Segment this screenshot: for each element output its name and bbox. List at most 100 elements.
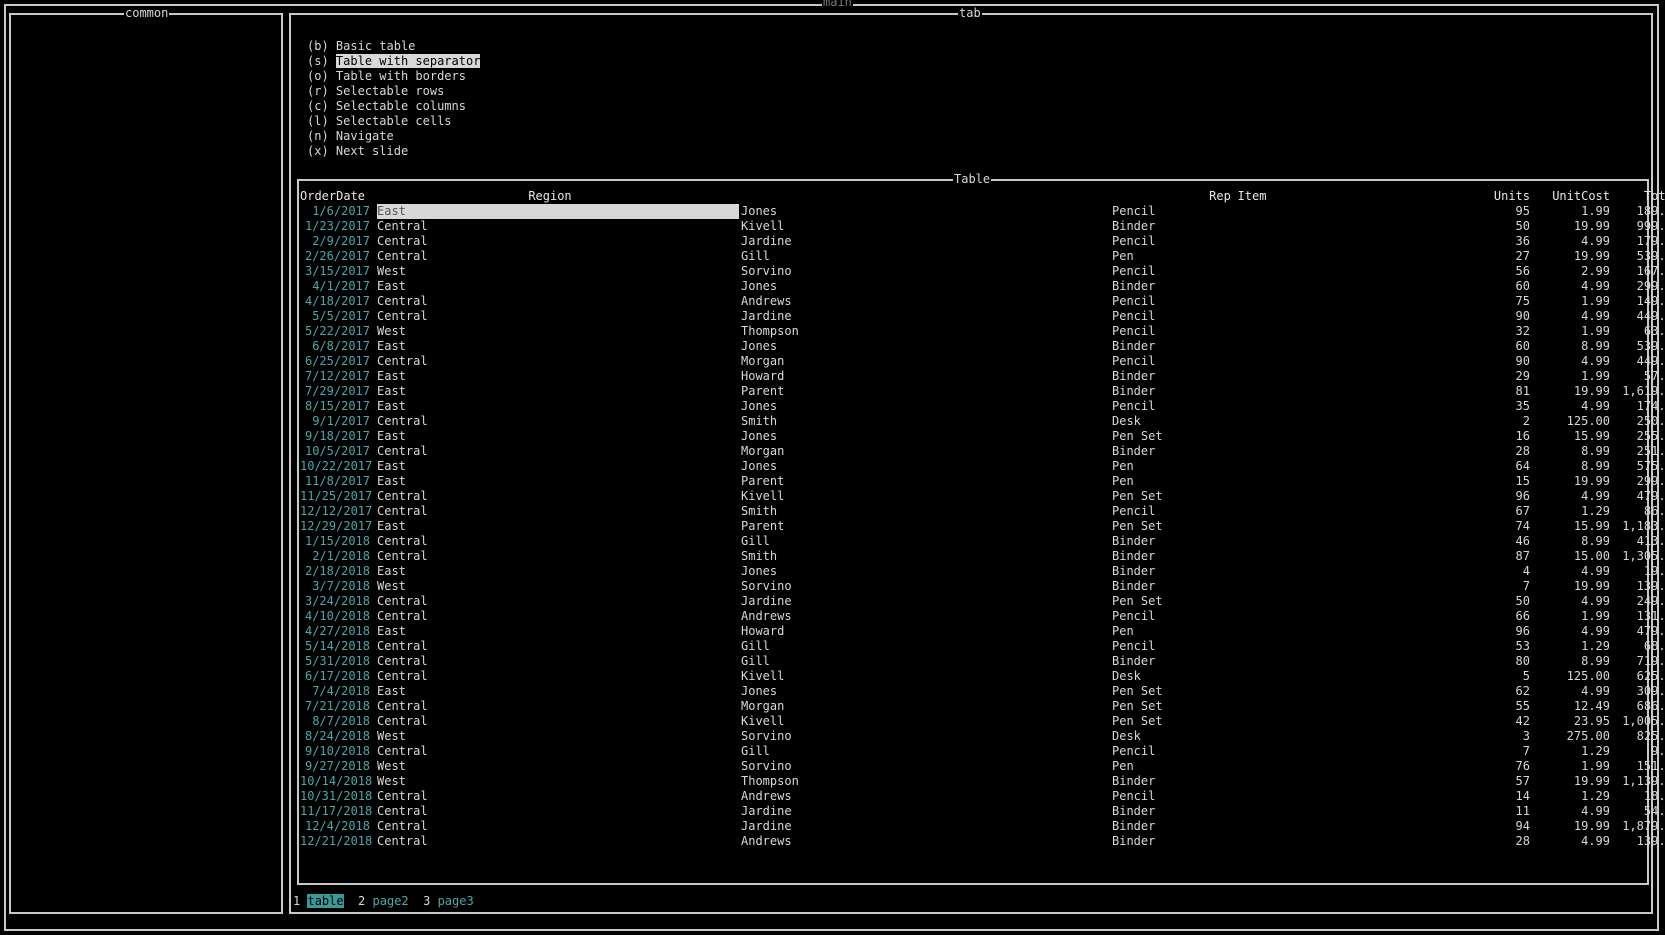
cell-region[interactable]: Central <box>377 609 739 624</box>
cell-order-date[interactable]: 10/5/2017 <box>300 444 370 459</box>
menu-item-selectable-rows[interactable]: (r) Selectable rows <box>307 84 480 99</box>
cell-rep[interactable]: Howard <box>741 369 1101 384</box>
table-row[interactable]: 8/7/2018 Central Kivell Pen Set 42 23.95 1,005… <box>300 714 1665 729</box>
cell-units[interactable]: 75 <box>1460 294 1530 309</box>
cell-rep[interactable]: Andrews <box>741 609 1101 624</box>
cell-item[interactable]: Pencil <box>1112 504 1412 519</box>
table-row[interactable]: 2/1/2018 CentralSmith Binder 87 15.001,305.0… <box>300 549 1665 564</box>
table-row[interactable]: 4/10/2018 CentralAndrews Pencil 66 1.99131.3… <box>300 609 1665 624</box>
cell-units[interactable]: 50 <box>1460 219 1530 234</box>
cell-unit-cost[interactable]: 8.99 <box>1538 654 1610 669</box>
table-row[interactable]: 2/18/2018 EastJones Binder 4 4.9919.96 <box>300 564 1665 579</box>
cell-units[interactable]: 14 <box>1460 789 1530 804</box>
cell-rep[interactable]: Kivell <box>741 714 1101 729</box>
cell-unit-cost[interactable]: 15.99 <box>1538 429 1610 444</box>
cell-units[interactable]: 67 <box>1460 504 1530 519</box>
cell-rep[interactable]: Thompson <box>741 324 1101 339</box>
table-row[interactable]: 9/27/2018 WestSorvino Pen 76 1.99151.24 <box>300 759 1665 774</box>
cell-units[interactable]: 56 <box>1460 264 1530 279</box>
cell-region[interactable]: East <box>377 564 739 579</box>
cell-region[interactable]: East <box>377 369 739 384</box>
cell-region[interactable]: Central <box>377 219 739 234</box>
cell-region[interactable]: Central <box>377 834 739 849</box>
cell-total[interactable]: 299.40 <box>1610 279 1665 294</box>
cell-total[interactable]: 825.00 <box>1610 729 1665 744</box>
cell-units[interactable]: 15 <box>1460 474 1530 489</box>
cell-rep[interactable]: Sorvino <box>741 729 1101 744</box>
cell-total[interactable]: 1,139.43 <box>1610 774 1665 789</box>
cell-unit-cost[interactable]: 1.29 <box>1538 744 1610 759</box>
cell-unit-cost[interactable]: 125.00 <box>1538 414 1610 429</box>
cell-total[interactable]: 539.40 <box>1610 339 1665 354</box>
cell-units[interactable]: 42 <box>1460 714 1530 729</box>
column-header-unit-cost[interactable]: UnitCost <box>1538 189 1610 204</box>
cell-units[interactable]: 32 <box>1460 324 1530 339</box>
cell-total[interactable]: 719.20 <box>1610 654 1665 669</box>
cell-units[interactable]: 55 <box>1460 699 1530 714</box>
tab-table[interactable]: 1 table <box>293 894 344 908</box>
cell-units[interactable]: 76 <box>1460 759 1530 774</box>
cell-rep[interactable]: Sorvino <box>741 264 1101 279</box>
cell-order-date[interactable]: 8/24/2018 <box>300 729 370 744</box>
table-row[interactable]: 12/12/2017 CentralSmith Pencil 67 1.2986.43 <box>300 504 1665 519</box>
cell-units[interactable]: 96 <box>1460 489 1530 504</box>
cell-rep[interactable]: Gill <box>741 639 1101 654</box>
cell-rep[interactable]: Howard <box>741 624 1101 639</box>
cell-order-date[interactable]: 2/1/2018 <box>300 549 370 564</box>
cell-units[interactable]: 46 <box>1460 534 1530 549</box>
table-row[interactable]: 5/5/2017 CentralJardine Pencil 90 4.99449.10 <box>300 309 1665 324</box>
cell-units[interactable]: 27 <box>1460 249 1530 264</box>
cell-order-date[interactable]: 7/4/2018 <box>300 684 370 699</box>
cell-units[interactable]: 80 <box>1460 654 1530 669</box>
cell-unit-cost[interactable]: 4.99 <box>1538 399 1610 414</box>
cell-unit-cost[interactable]: 1.99 <box>1538 759 1610 774</box>
cell-units[interactable]: 95 <box>1460 204 1530 219</box>
cell-units[interactable]: 5 <box>1460 669 1530 684</box>
cell-item[interactable]: Pencil <box>1112 354 1412 369</box>
cell-item[interactable]: Desk <box>1112 414 1412 429</box>
cell-order-date[interactable]: 3/15/2017 <box>300 264 370 279</box>
cell-region[interactable]: East <box>377 624 739 639</box>
cell-region[interactable]: Central <box>377 549 739 564</box>
cell-unit-cost[interactable]: 19.99 <box>1538 474 1610 489</box>
cell-item[interactable]: Pen Set <box>1112 594 1412 609</box>
cell-unit-cost[interactable]: 23.95 <box>1538 714 1610 729</box>
cell-item[interactable]: Binder <box>1112 654 1412 669</box>
cell-region[interactable]: West <box>377 579 739 594</box>
cell-region[interactable]: Central <box>377 294 739 309</box>
cell-region[interactable]: East <box>377 339 739 354</box>
cell-units[interactable]: 7 <box>1460 579 1530 594</box>
cell-unit-cost[interactable]: 19.99 <box>1538 384 1610 399</box>
cell-total[interactable]: 479.04 <box>1610 624 1665 639</box>
cell-units[interactable]: 57 <box>1460 774 1530 789</box>
table-row[interactable]: 6/25/2017 CentralMorgan Pencil 90 4.99449.10 <box>300 354 1665 369</box>
cell-item[interactable]: Binder <box>1112 279 1412 294</box>
cell-total[interactable]: 63.68 <box>1610 324 1665 339</box>
cell-item[interactable]: Desk <box>1112 669 1412 684</box>
table-row[interactable]: 7/29/2017 EastParent Binder 81 19.991,619.19 <box>300 384 1665 399</box>
cell-total[interactable]: 57.71 <box>1610 369 1665 384</box>
cell-unit-cost[interactable]: 1.99 <box>1538 294 1610 309</box>
table-row[interactable]: 5/31/2018 CentralGill Binder 80 8.99719.20 <box>300 654 1665 669</box>
cell-region[interactable]: Central <box>377 489 739 504</box>
cell-unit-cost[interactable]: 4.99 <box>1538 624 1610 639</box>
cell-units[interactable]: 4 <box>1460 564 1530 579</box>
menu-item-basic-table[interactable]: (b) Basic table <box>307 39 480 54</box>
cell-unit-cost[interactable]: 4.99 <box>1538 309 1610 324</box>
cell-total[interactable]: 54.89 <box>1610 804 1665 819</box>
cell-region[interactable]: East <box>377 474 739 489</box>
cell-units[interactable]: 11 <box>1460 804 1530 819</box>
cell-units[interactable]: 90 <box>1460 309 1530 324</box>
cell-item[interactable]: Binder <box>1112 579 1412 594</box>
cell-unit-cost[interactable]: 1.29 <box>1538 789 1610 804</box>
cell-total[interactable]: 151.24 <box>1610 759 1665 774</box>
cell-total[interactable]: 1,619.19 <box>1610 384 1665 399</box>
cell-order-date[interactable]: 5/22/2017 <box>300 324 370 339</box>
cell-total[interactable]: 1,183.26 <box>1610 519 1665 534</box>
cell-rep[interactable]: Jardine <box>741 819 1101 834</box>
cell-total[interactable]: 309.38 <box>1610 684 1665 699</box>
cell-item[interactable]: Pencil <box>1112 744 1412 759</box>
menu-item-table-with-separator[interactable]: (s) Table with separator <box>307 54 481 69</box>
table-row[interactable]: 7/4/2018 EastJones Pen Set 62 4.99309.38 <box>300 684 1665 699</box>
column-header-total[interactable]: Total <box>1610 189 1665 204</box>
